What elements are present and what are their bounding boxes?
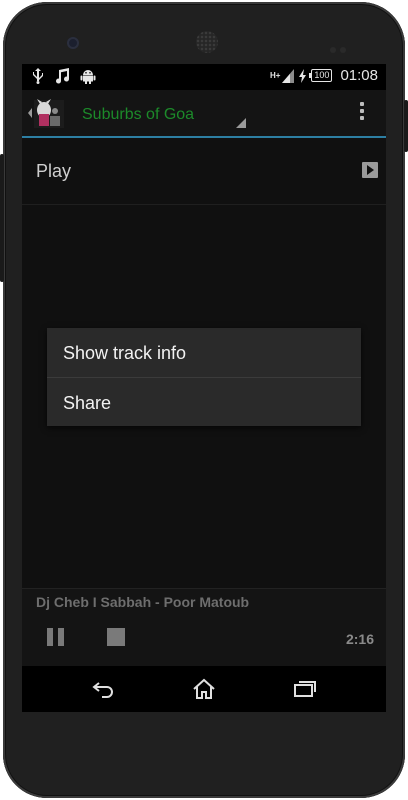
play-label: Play — [36, 161, 72, 181]
front-camera — [67, 37, 79, 49]
clock: 01:08 — [340, 67, 378, 84]
station-title: Suburbs of Goa — [82, 106, 195, 123]
home-icon[interactable] — [191, 676, 217, 702]
phone-side-button-right — [404, 100, 408, 152]
play-icon[interactable] — [362, 162, 378, 178]
status-bar: H+ 100 01:08 — [22, 64, 386, 90]
signal-strength-icon — [282, 68, 295, 83]
now-playing-bar: Dj Cheb I Sabbah - Poor Matoub 2:16 — [22, 588, 386, 667]
menu-item-label: Share — [63, 393, 112, 413]
menu-item-show-track-info[interactable]: Show track info — [47, 328, 361, 377]
pause-icon[interactable] — [47, 628, 65, 646]
menu-item-share[interactable]: Share — [47, 378, 361, 427]
signal-type-label: H+ — [269, 71, 281, 80]
overflow-menu-icon[interactable] — [358, 102, 366, 124]
proximity-sensors — [330, 40, 352, 53]
context-menu: Show track info Share — [47, 328, 361, 426]
navigation-bar — [22, 666, 386, 712]
menu-item-label: Show track info — [63, 343, 187, 363]
dropdown-indicator-icon — [236, 118, 246, 128]
track-title: Dj Cheb I Sabbah - Poor Matoub — [36, 594, 250, 610]
elapsed-time: 2:16 — [345, 631, 374, 647]
station-selector[interactable]: Suburbs of Goa — [76, 96, 246, 132]
play-row[interactable]: Play — [22, 138, 386, 205]
action-bar: Suburbs of Goa — [22, 90, 386, 138]
usb-icon — [33, 68, 43, 84]
phone-side-button-left — [0, 154, 4, 282]
battery-icon: 100 — [309, 69, 333, 82]
stop-icon[interactable] — [107, 628, 125, 646]
back-icon[interactable] — [90, 676, 116, 702]
music-note-icon — [56, 68, 70, 84]
charging-icon — [299, 68, 307, 83]
screen: H+ 100 01:08 Suburbs of Goa Play Show tr… — [22, 64, 386, 712]
recents-icon[interactable] — [292, 676, 318, 702]
android-icon — [80, 70, 96, 84]
album-art-thumbnail[interactable] — [26, 96, 66, 130]
earpiece-speaker — [196, 31, 218, 53]
